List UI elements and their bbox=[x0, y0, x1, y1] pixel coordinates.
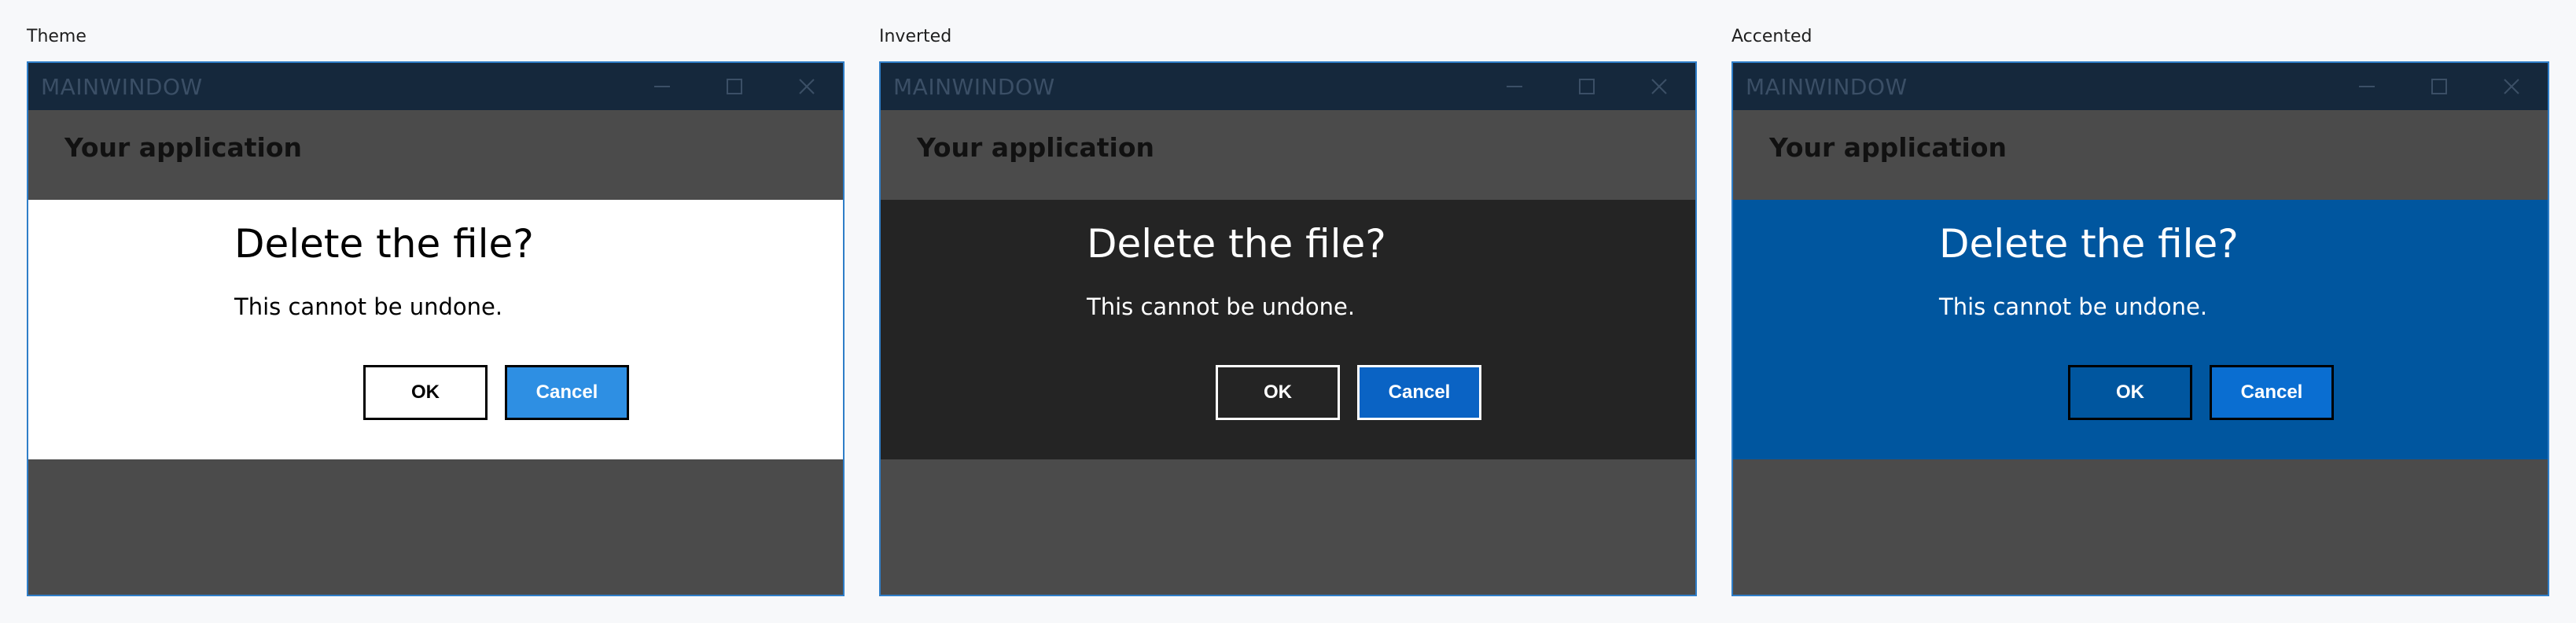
app-title: Your application bbox=[917, 132, 1155, 163]
maximize-button[interactable] bbox=[2403, 63, 2475, 110]
main-window: MAINWINDOW Your application Delete the f… bbox=[27, 61, 845, 596]
dialog-title: Delete the file? bbox=[1939, 221, 2239, 267]
title-bar[interactable]: MAINWINDOW bbox=[881, 63, 1695, 110]
close-icon bbox=[799, 79, 815, 94]
ok-button[interactable]: OK bbox=[2068, 365, 2192, 420]
main-window: MAINWINDOW Your application Delete the f… bbox=[1731, 61, 2549, 596]
main-window: MAINWINDOW Your application Delete the f… bbox=[879, 61, 1697, 596]
dialog-title: Delete the file? bbox=[234, 221, 534, 267]
cancel-button[interactable]: Cancel bbox=[505, 365, 629, 420]
app-title: Your application bbox=[64, 132, 303, 163]
dialog-title: Delete the file? bbox=[1087, 221, 1386, 267]
panel-inverted: Inverted MAINWINDOW Your application Del… bbox=[879, 0, 1697, 623]
minimize-button[interactable] bbox=[626, 63, 698, 110]
confirm-dialog: Delete the file? This cannot be undone. … bbox=[28, 200, 843, 459]
title-bar[interactable]: MAINWINDOW bbox=[28, 63, 843, 110]
panel-label: Inverted bbox=[879, 27, 952, 46]
panel-theme: Theme MAINWINDOW Your application Delete… bbox=[27, 0, 845, 623]
close-icon bbox=[2504, 79, 2519, 94]
window-title: MAINWINDOW bbox=[41, 74, 203, 100]
close-button[interactable] bbox=[1623, 63, 1695, 110]
maximize-icon bbox=[2431, 79, 2447, 94]
minimize-button[interactable] bbox=[2331, 63, 2403, 110]
close-button[interactable] bbox=[771, 63, 843, 110]
maximize-icon bbox=[727, 79, 742, 94]
panel-accented: Accented MAINWINDOW Your application Del… bbox=[1731, 0, 2549, 623]
minimize-icon bbox=[1507, 86, 1522, 87]
cancel-button[interactable]: Cancel bbox=[2210, 365, 2334, 420]
confirm-dialog: Delete the file? This cannot be undone. … bbox=[1733, 200, 2548, 459]
minimize-icon bbox=[654, 86, 670, 87]
ok-button[interactable]: OK bbox=[1216, 365, 1340, 420]
minimize-button[interactable] bbox=[1478, 63, 1551, 110]
panel-label: Theme bbox=[27, 27, 86, 46]
minimize-icon bbox=[2359, 86, 2375, 87]
dialog-message: This cannot be undone. bbox=[1939, 293, 2208, 320]
close-icon bbox=[1651, 79, 1667, 94]
window-title: MAINWINDOW bbox=[1746, 74, 1908, 100]
maximize-button[interactable] bbox=[698, 63, 771, 110]
maximize-button[interactable] bbox=[1551, 63, 1623, 110]
cancel-button[interactable]: Cancel bbox=[1357, 365, 1481, 420]
confirm-dialog: Delete the file? This cannot be undone. … bbox=[881, 200, 1695, 459]
dialog-message: This cannot be undone. bbox=[234, 293, 503, 320]
ok-button[interactable]: OK bbox=[363, 365, 488, 420]
maximize-icon bbox=[1579, 79, 1595, 94]
title-bar[interactable]: MAINWINDOW bbox=[1733, 63, 2548, 110]
dialog-message: This cannot be undone. bbox=[1087, 293, 1356, 320]
window-title: MAINWINDOW bbox=[893, 74, 1055, 100]
panel-label: Accented bbox=[1731, 27, 1812, 46]
canvas: Theme MAINWINDOW Your application Delete… bbox=[0, 0, 2576, 623]
close-button[interactable] bbox=[2475, 63, 2548, 110]
app-title: Your application bbox=[1769, 132, 2007, 163]
